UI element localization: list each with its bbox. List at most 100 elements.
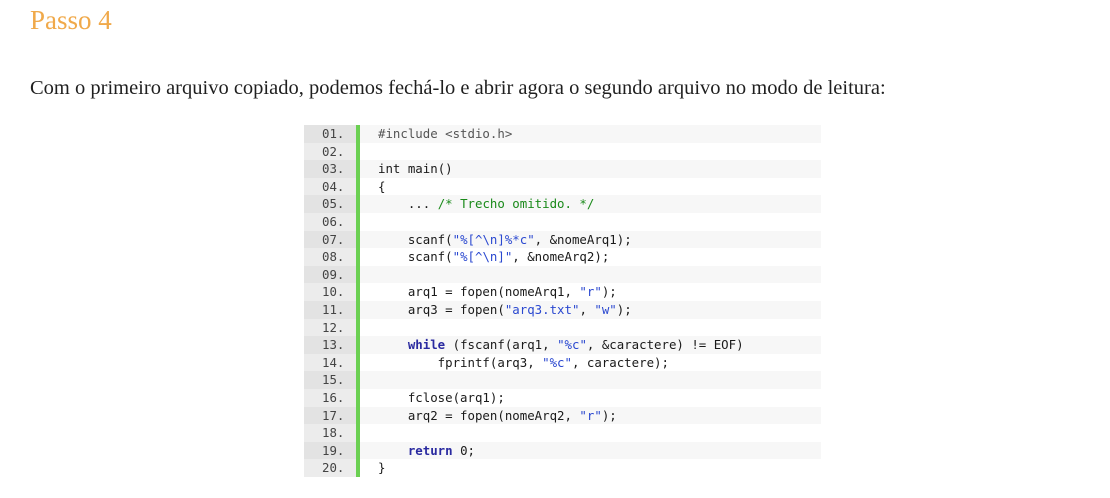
code-token: while — [407, 337, 446, 353]
code-token: arq2 = fopen(nomeArq2, — [378, 407, 580, 423]
code-line: 03. int main() — [304, 160, 821, 178]
code-line: 05. ... /* Trecho omitido. */ — [304, 195, 821, 213]
code-token: "w" — [594, 301, 617, 317]
line-number: 13. — [304, 336, 356, 354]
code-token: 0; — [452, 442, 475, 458]
line-number: 05. — [304, 195, 356, 213]
code-token: fclose(arq1); — [378, 389, 505, 405]
code-text: { — [360, 178, 385, 196]
code-token: "%[^\n]%*c" — [452, 231, 535, 247]
code-line: 01. #include <stdio.h> — [304, 125, 821, 143]
code-line: 09. — [304, 265, 821, 284]
code-token: "%c" — [542, 354, 572, 370]
code-line: 07. scanf("%[^\n]%*c", &nomeArq1); — [304, 230, 821, 249]
line-number: 07. — [304, 230, 356, 249]
code-token: , — [579, 301, 595, 317]
code-text: } — [360, 459, 385, 477]
code-text: fclose(arq1); — [360, 389, 505, 407]
code-line: 18. — [304, 424, 821, 442]
code-token: , &nomeArq2); — [512, 249, 610, 265]
code-line: 16. fclose(arq1); — [304, 388, 821, 407]
line-number: 16. — [304, 388, 356, 407]
code-text: fprintf(arq3, "%c", caractere); — [360, 354, 669, 372]
code-text: while (fscanf(arq1, "%c", &caractere) !=… — [360, 336, 744, 354]
line-number: 08. — [304, 248, 356, 266]
code-token: } — [378, 460, 386, 476]
code-token: { — [378, 178, 386, 194]
code-text: arq3 = fopen("arq3.txt", "w"); — [360, 301, 632, 319]
page: Passo 4 Com o primeiro arquivo copiado, … — [0, 0, 1110, 498]
code-token: "%c" — [557, 337, 587, 353]
code-block: 01. #include <stdio.h> 02. 03. int main() 04.… — [304, 125, 821, 479]
code-line: 06. — [304, 212, 821, 231]
code-line: 19. return 0; — [304, 441, 821, 460]
code-token: , &caractere) != EOF) — [586, 337, 744, 353]
code-token: main() — [400, 161, 453, 177]
code-line: 08. scanf("%[^\n]", &nomeArq2); — [304, 248, 821, 266]
code-token: ... — [378, 196, 438, 212]
line-number: 10. — [304, 283, 356, 301]
code-token: #include <stdio.h> — [378, 126, 513, 141]
line-number: 09. — [304, 265, 356, 284]
line-number: 17. — [304, 406, 356, 425]
code-line: 17. arq2 = fopen(nomeArq2, "r"); — [304, 406, 821, 425]
code-token: "r" — [579, 284, 602, 300]
code-token: , caractere); — [571, 354, 669, 370]
code-token: arq3 = fopen( — [378, 301, 505, 317]
code-token: scanf( — [378, 249, 453, 265]
code-token: /* Trecho omitido. */ — [437, 196, 595, 212]
code-token: return — [407, 442, 453, 458]
code-token: ); — [601, 284, 617, 300]
line-number: 04. — [304, 177, 356, 196]
code-text: int main() — [360, 160, 453, 178]
line-number: 15. — [304, 371, 356, 389]
code-line: 15. — [304, 371, 821, 389]
code-token: "arq3.txt" — [504, 301, 580, 317]
code-token: arq1 = fopen(nomeArq1, — [378, 284, 580, 300]
line-number: 11. — [304, 300, 356, 319]
code-token: ); — [601, 407, 617, 423]
code-line: 04. { — [304, 177, 821, 196]
code-line: 12. — [304, 318, 821, 337]
code-line: 13. while (fscanf(arq1, "%c", &caractere… — [304, 336, 821, 354]
code-token: int — [378, 161, 401, 177]
code-text: arq1 = fopen(nomeArq1, "r"); — [360, 283, 617, 301]
line-number: 03. — [304, 160, 356, 178]
code-token: (fscanf(arq1, — [445, 337, 558, 353]
code-token: , &nomeArq1); — [534, 231, 632, 247]
code-token: ); — [616, 301, 632, 317]
line-number: 01. — [304, 125, 356, 143]
line-number: 14. — [304, 353, 356, 372]
code-token: fprintf(arq3, — [378, 354, 543, 370]
line-number: 06. — [304, 212, 356, 231]
line-number: 12. — [304, 318, 356, 337]
code-token: scanf( — [378, 231, 453, 247]
code-line: 14. fprintf(arq3, "%c", caractere); — [304, 353, 821, 372]
code-text: scanf("%[^\n]%*c", &nomeArq1); — [360, 231, 632, 249]
line-number: 02. — [304, 142, 356, 161]
code-text: return 0; — [360, 442, 475, 460]
code-text: #include <stdio.h> — [360, 125, 512, 143]
code-line: 11. arq3 = fopen("arq3.txt", "w"); — [304, 300, 821, 319]
code-text: ... /* Trecho omitido. */ — [360, 195, 595, 213]
code-line: 10. arq1 = fopen(nomeArq1, "r"); — [304, 283, 821, 301]
code-text: arq2 = fopen(nomeArq2, "r"); — [360, 407, 617, 425]
step-description: Com o primeiro arquivo copiado, podemos … — [30, 77, 886, 99]
code-line: 02. — [304, 142, 821, 161]
code-token: "r" — [579, 407, 602, 423]
step-title: Passo 4 — [30, 5, 112, 35]
code-line: 20.} — [304, 459, 821, 477]
code-token: "%[^\n]" — [452, 249, 513, 265]
code-text: scanf("%[^\n]", &nomeArq2); — [360, 248, 609, 266]
line-number: 19. — [304, 441, 356, 460]
line-number: 18. — [304, 424, 356, 442]
line-number: 20. — [304, 459, 356, 477]
